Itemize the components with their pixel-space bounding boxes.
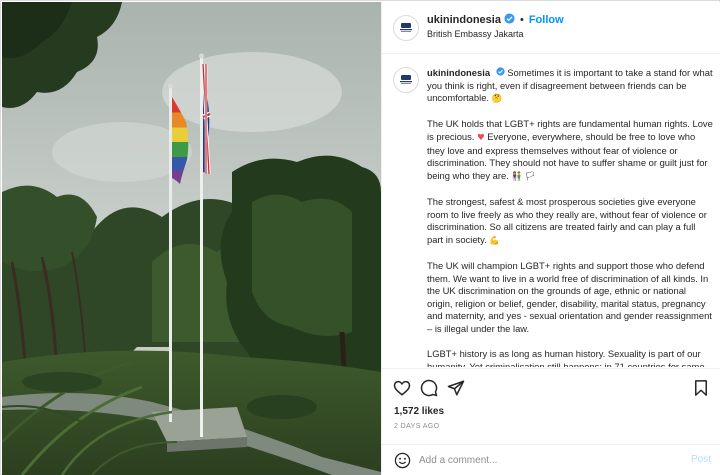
comment-input[interactable] [419,451,679,469]
caption-paragraph: The UK will champion LGBT+ rights and su… [427,260,713,336]
heart-icon[interactable] [392,378,412,398]
post-header: ukinindonesia • Follow British Embassy J… [382,2,720,54]
bookmark-icon[interactable] [691,378,711,398]
flexed-biceps-emoji-icon: 💪 [489,235,500,246]
post-photo[interactable] [2,2,381,475]
thinking-emoji-icon: 🤔 [491,94,503,105]
avatar[interactable] [393,15,419,41]
caption-p5: LGBT+ history is as long as human histor… [427,348,708,367]
action-bar: 1,572 likes 2 DAYS AGO [382,368,720,444]
likes-count[interactable]: 1,572 likes [394,406,444,417]
caption-paragraph: The strongest, safest & most prosperous … [427,196,713,247]
caption-avatar[interactable] [393,67,419,93]
caption-paragraph: The UK holds that LGBT+ rights are funda… [427,118,713,183]
verified-badge-icon [504,13,515,27]
emoji-picker-icon[interactable] [394,452,411,474]
post-comment-button[interactable]: Post [691,454,711,465]
photo-illustration [2,2,381,475]
caption-p3: The strongest, safest & most prosperous … [427,195,707,245]
caption-p4: The UK will champion LGBT+ rights and su… [427,259,712,334]
comment-icon[interactable] [419,378,439,398]
couple-rainbow-emoji-icon: 👫 🏳 [511,171,536,182]
separator-dot: • [519,14,524,26]
post-side-panel: ukinindonesia • Follow British Embassy J… [381,2,720,475]
caption-username-link[interactable]: ukinindonesia [427,67,490,78]
crest-icon [400,75,412,84]
post-date[interactable]: 2 DAYS AGO [394,423,440,430]
share-icon[interactable] [446,378,466,398]
crest-icon [400,23,412,32]
username-link[interactable]: ukinindonesia [427,14,501,26]
heart-emoji-icon: ♥ [477,132,485,143]
verified-badge-icon [496,67,505,80]
caption-paragraph: LGBT+ history is as long as human histor… [427,348,713,367]
caption-paragraph: ukinindonesia Sometimes it is important … [427,67,713,106]
caption-text: ukinindonesia Sometimes it is important … [427,67,713,367]
follow-button[interactable]: Follow [529,14,564,26]
caption-section: ukinindonesia Sometimes it is important … [382,55,720,367]
location-link[interactable]: British Embassy Jakarta [427,29,524,39]
instagram-post-modal: ukinindonesia • Follow British Embassy J… [0,0,720,475]
comment-bar: Post [382,444,720,475]
